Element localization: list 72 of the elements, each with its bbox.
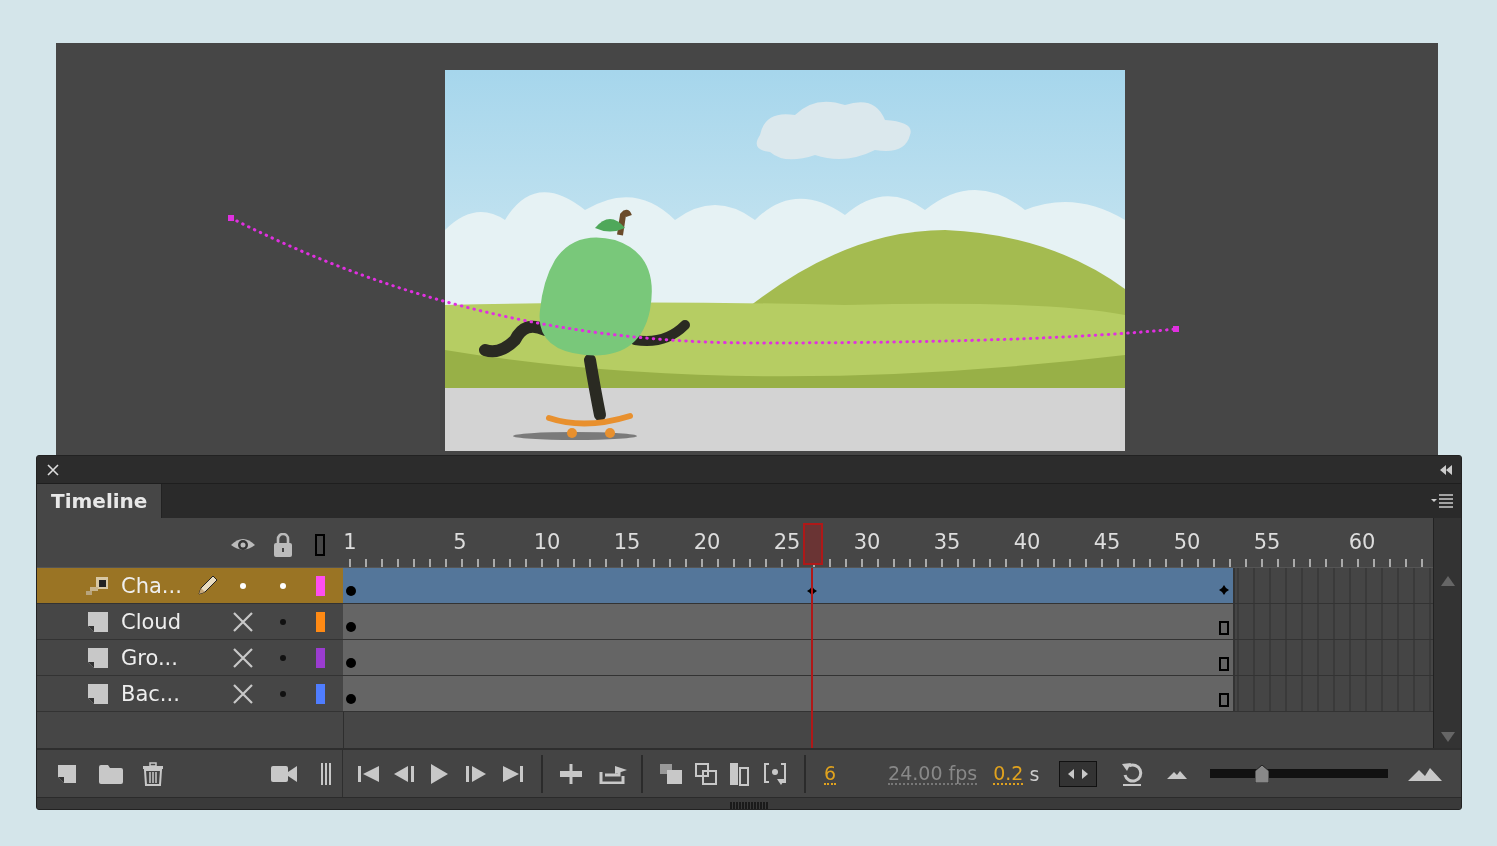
keyframe-icon <box>1219 585 1229 595</box>
time-unit: s <box>1029 763 1040 784</box>
frame-number: 25 <box>773 530 801 554</box>
frame-number: 1 <box>343 530 357 554</box>
frame-number: 15 <box>613 530 641 554</box>
onion-skin-icon[interactable] <box>659 762 683 785</box>
camera-icon[interactable] <box>271 764 297 783</box>
play-icon[interactable] <box>430 763 448 784</box>
panel-menu-icon[interactable] <box>1431 494 1453 508</box>
left-caret-icon <box>1068 768 1075 779</box>
layer-icon <box>86 645 110 670</box>
trash-icon[interactable] <box>142 761 164 786</box>
keyframe-dot-icon <box>346 658 356 668</box>
frame-number: 5 <box>453 530 467 554</box>
bars-icon[interactable] <box>320 762 332 785</box>
end-frame-icon <box>1219 693 1229 707</box>
timeline-tab[interactable]: Timeline <box>37 484 163 518</box>
collapse-icon[interactable] <box>1439 464 1453 475</box>
motion-layer-icon <box>86 574 110 597</box>
frame-number: 35 <box>933 530 961 554</box>
onion-outline-icon[interactable] <box>695 762 717 785</box>
keyframe-dot-icon <box>346 622 356 632</box>
layer-color-swatch[interactable] <box>315 683 325 704</box>
dot-icon <box>240 582 246 589</box>
folder-icon[interactable] <box>98 763 124 784</box>
modify-markers-icon[interactable] <box>763 761 787 786</box>
end-frame-icon <box>1219 621 1229 635</box>
right-caret-icon <box>1082 768 1089 779</box>
layer-name: Bac... <box>120 681 180 706</box>
large-mountain-icon[interactable] <box>1408 766 1443 781</box>
close-icon[interactable] <box>47 463 59 476</box>
last-frame-icon[interactable] <box>502 764 524 783</box>
keyframe-dot-icon <box>346 586 356 596</box>
layer-color-swatch[interactable] <box>315 611 325 632</box>
keyframe-dot-icon <box>346 694 356 704</box>
frame-number: 20 <box>693 530 721 554</box>
frame-span-toggle[interactable] <box>1059 760 1098 787</box>
frame-number: 40 <box>1013 530 1041 554</box>
layer-name: Cha... <box>120 573 182 598</box>
layer-icon <box>86 681 110 706</box>
frame-number: 55 <box>1253 530 1281 554</box>
end-frame-icon <box>1219 657 1229 671</box>
dot-icon <box>280 582 286 589</box>
elapsed-time-field[interactable]: 0.2 <box>993 762 1024 785</box>
first-frame-icon[interactable] <box>358 764 380 783</box>
pencil-icon <box>195 573 219 598</box>
loop-icon[interactable] <box>599 763 627 784</box>
frame-number: 50 <box>1173 530 1201 554</box>
layer-name: Gro... <box>120 645 178 670</box>
current-frame-field[interactable]: 6 <box>824 762 837 785</box>
dot-icon <box>280 654 286 661</box>
dot-icon <box>280 690 286 697</box>
new-layer-icon[interactable] <box>56 762 78 785</box>
layer-icon <box>86 609 110 634</box>
center-frame-icon[interactable] <box>559 762 583 785</box>
edit-multiple-frames-icon[interactable] <box>729 761 749 786</box>
frame-number: 60 <box>1348 530 1376 554</box>
layer-color-swatch[interactable] <box>315 647 325 668</box>
layer-name: Cloud <box>120 609 181 634</box>
lock-icon[interactable] <box>273 532 293 557</box>
x-icon <box>232 610 254 633</box>
step-forward-icon[interactable] <box>465 764 487 783</box>
resize-grip-icon[interactable] <box>730 801 768 809</box>
layer-color-swatch[interactable] <box>315 575 325 596</box>
frame-number: 45 <box>1093 530 1121 554</box>
step-back-icon[interactable] <box>394 764 416 783</box>
x-icon <box>232 682 254 705</box>
frame-number: 30 <box>853 530 881 554</box>
layer-row[interactable]: Cha... <box>37 568 343 603</box>
x-icon <box>232 646 254 669</box>
dot-icon <box>280 618 286 625</box>
frame-number: 10 <box>533 530 561 554</box>
